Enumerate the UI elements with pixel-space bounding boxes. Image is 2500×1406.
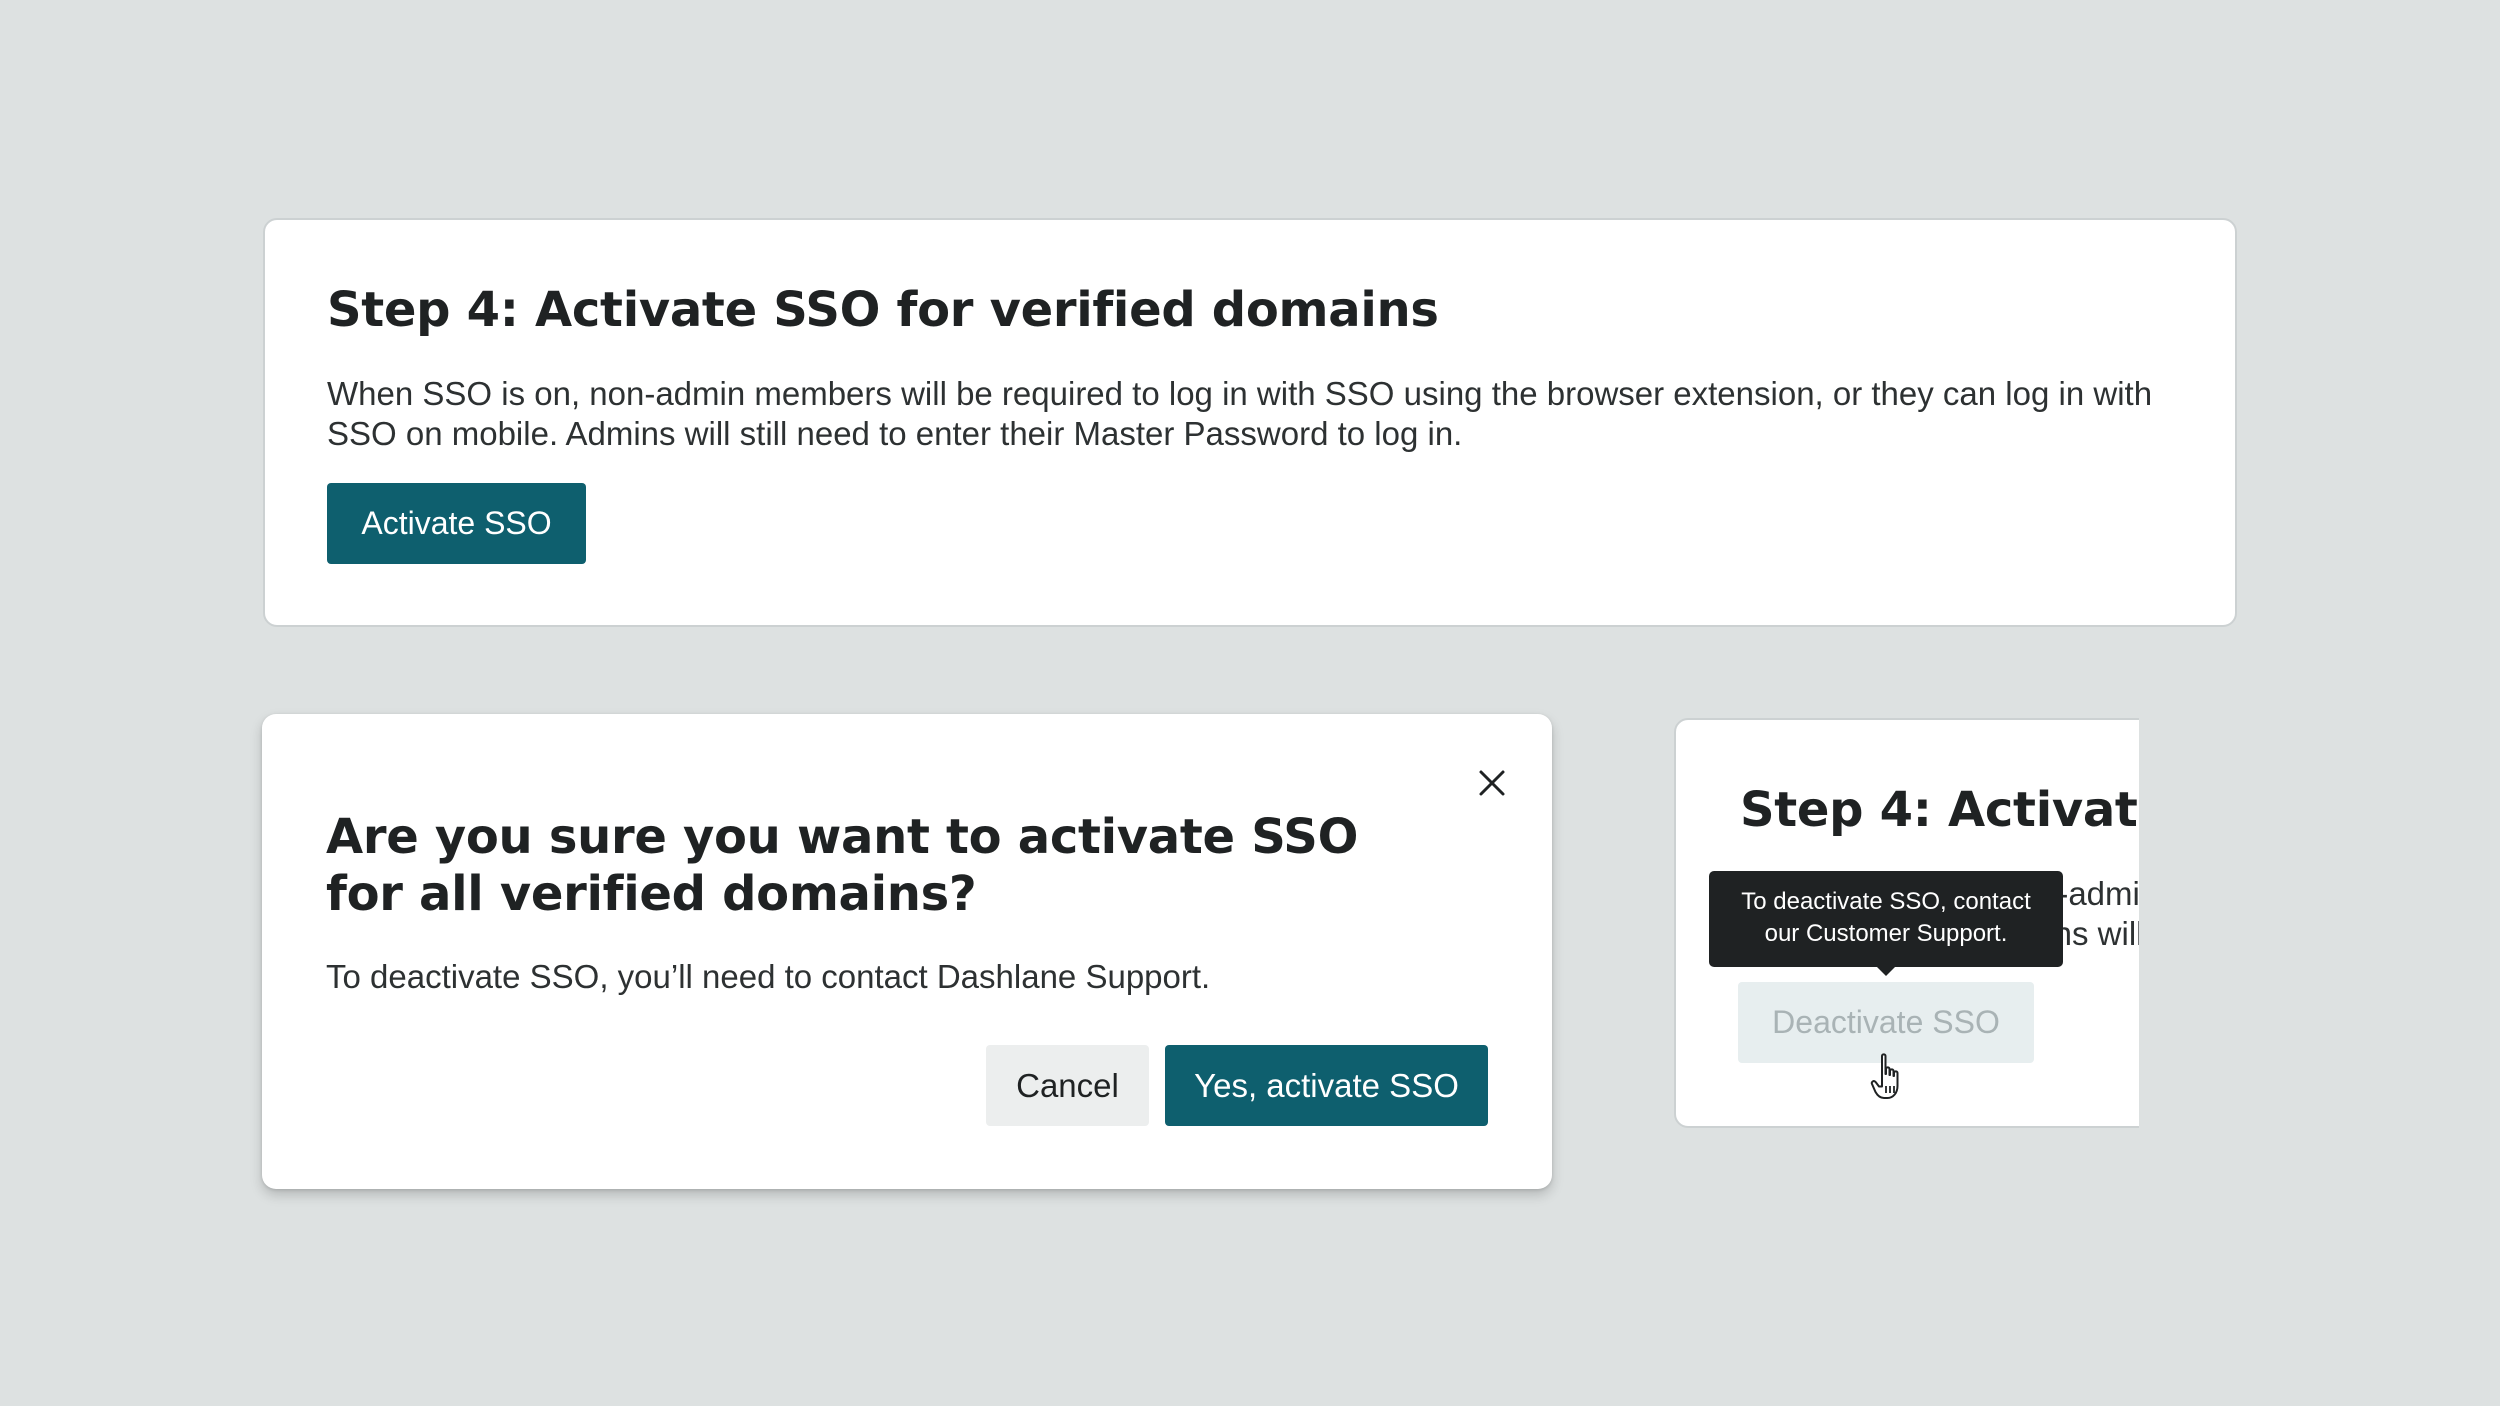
sso-step-card: Step 4: Activate SSO for verified domain… [263, 218, 2237, 627]
activate-sso-dialog: Are you sure you want to activate SSO fo… [262, 714, 1552, 1189]
close-button[interactable] [1468, 759, 1516, 807]
sso-active-card-crop: Step 4: Activate SSO for verified domain… [1674, 718, 2139, 1128]
step-description: When SSO is on, non-admin members will b… [327, 375, 2153, 452]
dialog-title: Are you sure you want to activate SSO fo… [326, 809, 1359, 922]
close-icon [1479, 770, 1505, 796]
hand-pointer-icon [1870, 1053, 1899, 1099]
confirm-activate-sso-button[interactable]: Yes, activate SSO [1165, 1045, 1488, 1126]
step-title: Step 4: Activate SSO for verified domain… [327, 282, 1439, 338]
deactivate-tooltip: To deactivate SSO, contact our Customer … [1709, 871, 2063, 967]
activate-sso-button[interactable]: Activate SSO [327, 483, 586, 564]
cancel-button[interactable]: Cancel [986, 1045, 1149, 1126]
deactivate-sso-button[interactable]: Deactivate SSO [1738, 982, 2034, 1063]
dialog-body: To deactivate SSO, you’ll need to contac… [326, 958, 1211, 995]
tooltip-arrow [1875, 965, 1897, 976]
step-title: Step 4: Activate SSO for verified domain… [1740, 782, 2139, 838]
